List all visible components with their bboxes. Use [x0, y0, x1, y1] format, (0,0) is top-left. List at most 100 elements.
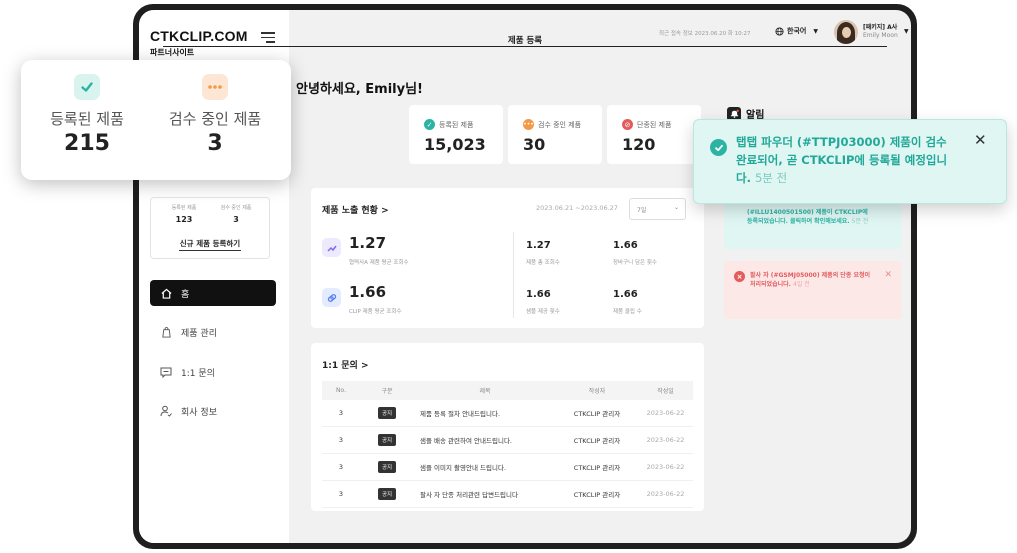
stats-zoom-popup: 등록된 제품 215 검수 중인 제품 3	[21, 60, 291, 180]
notice-badge: 공지	[377, 461, 397, 473]
stat-label: 등록된 제품	[171, 205, 197, 211]
popup-stat-label: 등록된 제품	[50, 110, 124, 128]
notification-text: (#ILLU1400501500) 제품이 CTKCLIP에 등록되었습니다. …	[747, 208, 872, 226]
notification-time: 5분 전	[851, 218, 869, 225]
row-title[interactable]: 샘플 이미지 촬영안내 드립니다.	[414, 453, 556, 481]
ellipsis-icon: •••	[523, 119, 534, 130]
date-range: 2023.06.21 ~2023.06.27	[536, 204, 618, 212]
stat-value: 123	[175, 215, 193, 224]
register-product-label: 제품 등록	[507, 36, 543, 46]
row-date: 2023-06-22	[638, 480, 693, 508]
close-icon[interactable]: ✕	[884, 270, 892, 280]
stat-label: ••• 검수 중인 제품	[523, 119, 581, 130]
metric-value: 1.27	[349, 234, 387, 252]
table-row[interactable]: 3 공지 제품 등록 절차 안내드립니다. CTKCLIP 관리자 2023-0…	[322, 400, 693, 427]
notification-message: 팔사 자 (#GSMJ05000) 제품의 단종 요청이 처리되었습니다.	[750, 272, 870, 288]
table-row[interactable]: 3 공지 샘플 이미지 촬영안내 드립니다. CTKCLIP 관리자 2023-…	[322, 453, 693, 481]
sidebar-item-company[interactable]: 회사 정보	[150, 398, 276, 424]
person-icon	[159, 404, 173, 418]
inquiry-table: No. 구분 제목 작성자 작성일 3 공지 제품 등록 절차 안내드립니다. …	[322, 381, 693, 508]
stat-label: 검수 중인 제품	[220, 205, 252, 211]
check-icon: ✓	[424, 119, 435, 130]
sidebar-item-inquiry[interactable]: 1:1 문의	[150, 359, 276, 385]
row-author: CTKCLIP 관리자	[556, 426, 638, 454]
exposure-card: 제품 노출 현황 > 2023.06.21 ~2023.06.27 7일 ⌄ 1…	[311, 188, 704, 328]
stat-label-text: 검수 중인 제품	[538, 120, 582, 129]
close-circle-icon: ×	[734, 271, 745, 282]
stat-label-text: 등록된 제품	[439, 120, 474, 129]
row-author: CTKCLIP 관리자	[556, 480, 638, 508]
toast-time: 5분 전	[754, 171, 788, 185]
row-tag: 공지	[360, 400, 414, 427]
stat-label: ✓ 등록된 제품	[424, 119, 473, 130]
chevron-down-icon: ⌄	[673, 204, 679, 211]
sidebar-item-label: 회사 정보	[181, 407, 217, 418]
col-header: 작성일	[638, 381, 693, 400]
row-date: 2023-06-22	[638, 426, 693, 454]
period-value: 7일	[637, 207, 647, 214]
user-name: [패키지] A사	[863, 24, 898, 31]
notice-badge: 공지	[377, 434, 397, 446]
stat-card-discontinued[interactable]: ⊘ 단종된 제품 120	[607, 105, 701, 164]
row-tag: 공지	[360, 426, 414, 454]
check-circle-icon	[710, 139, 727, 156]
col-header: 제목	[414, 381, 556, 400]
metric-value: 1.66	[349, 283, 387, 301]
check-icon	[74, 74, 100, 100]
home-icon	[159, 286, 173, 300]
divider	[163, 46, 887, 47]
stat-card-registered[interactable]: ✓ 등록된 제품 15,023	[409, 105, 503, 164]
table-header: No. 구분 제목 작성자 작성일	[322, 381, 693, 400]
row-title[interactable]: 샘플 배송 관련하여 안내드립니다.	[414, 426, 556, 454]
row-tag: 공지	[360, 480, 414, 508]
sidebar-stat-registered: 등록된 제품 123	[159, 204, 209, 224]
divider	[513, 232, 514, 318]
exposure-title[interactable]: 제품 노출 현황 >	[322, 203, 389, 216]
metric-value: 1.66	[526, 289, 551, 300]
row-no: 3	[322, 453, 360, 481]
notification-item[interactable]: × 팔사 자 (#GSMJ05000) 제품의 단종 요청이 처리되었습니다. …	[724, 261, 901, 319]
notification-time: 4일 전	[793, 281, 810, 288]
row-title[interactable]: 제품 등록 절차 안내드립니다.	[414, 400, 556, 427]
row-no: 3	[322, 426, 360, 454]
sidebar-stats: 등록된 제품 123 검수 중인 제품 3 신규 제품 등록하기	[150, 197, 270, 259]
popup-stat-registered: 등록된 제품 215	[37, 74, 137, 156]
stat-value: 15,023	[424, 135, 486, 154]
popup-stat-label: 검수 중인 제품	[168, 110, 262, 128]
metric-label: CLIP 제품 평균 조회수	[349, 309, 402, 315]
notice-badge: 공지	[377, 407, 397, 419]
popup-stat-value: 3	[207, 131, 223, 156]
sidebar-item-products[interactable]: 제품 관리	[150, 319, 276, 345]
row-author: CTKCLIP 관리자	[556, 400, 638, 427]
table-row[interactable]: 3 공지 팔사 자 단종 처리관련 답변드립니다 CTKCLIP 관리자 202…	[322, 480, 693, 508]
table-row[interactable]: 3 공지 샘플 배송 관련하여 안내드립니다. CTKCLIP 관리자 2023…	[322, 426, 693, 454]
sidebar-item-label: 제품 관리	[181, 328, 217, 339]
metric-value: 1.66	[613, 240, 638, 251]
row-no: 3	[322, 480, 360, 508]
stat-value: 30	[523, 135, 546, 154]
sidebar-item-label: 홈	[181, 289, 190, 300]
metric-label: 장바구니 담은 횟수	[613, 260, 657, 266]
notification-item[interactable]: (#ILLU1400501500) 제품이 CTKCLIP에 등록되었습니다. …	[724, 200, 901, 249]
popup-stat-value: 215	[64, 131, 110, 156]
notice-badge: 공지	[377, 488, 397, 500]
col-header: No.	[322, 381, 360, 400]
stat-card-review[interactable]: ••• 검수 중인 제품 30	[508, 105, 602, 164]
row-date: 2023-06-22	[638, 400, 693, 427]
period-select[interactable]: 7일 ⌄	[629, 198, 686, 220]
close-icon[interactable]: ✕	[974, 131, 987, 149]
inquiry-title[interactable]: 1:1 문의 >	[322, 358, 369, 371]
col-header: 작성자	[556, 381, 638, 400]
toast-notification[interactable]: 탭탭 파우더 (#TTPJ03000) 제품이 검수 완료되어, 곧 CTKCL…	[693, 119, 1007, 204]
box-icon	[159, 325, 173, 339]
divider	[179, 250, 241, 251]
trend-icon	[322, 238, 341, 257]
sidebar-item-home[interactable]: 홈	[150, 280, 276, 306]
row-no: 3	[322, 400, 360, 427]
link-icon	[322, 288, 341, 307]
site-subtitle: 파트너사이트	[150, 48, 195, 57]
row-author: CTKCLIP 관리자	[556, 453, 638, 481]
row-title[interactable]: 팔사 자 단종 처리관련 답변드립니다	[414, 480, 556, 508]
block-icon: ⊘	[622, 119, 633, 130]
register-new-link[interactable]: 신규 제품 등록하기	[151, 238, 269, 249]
